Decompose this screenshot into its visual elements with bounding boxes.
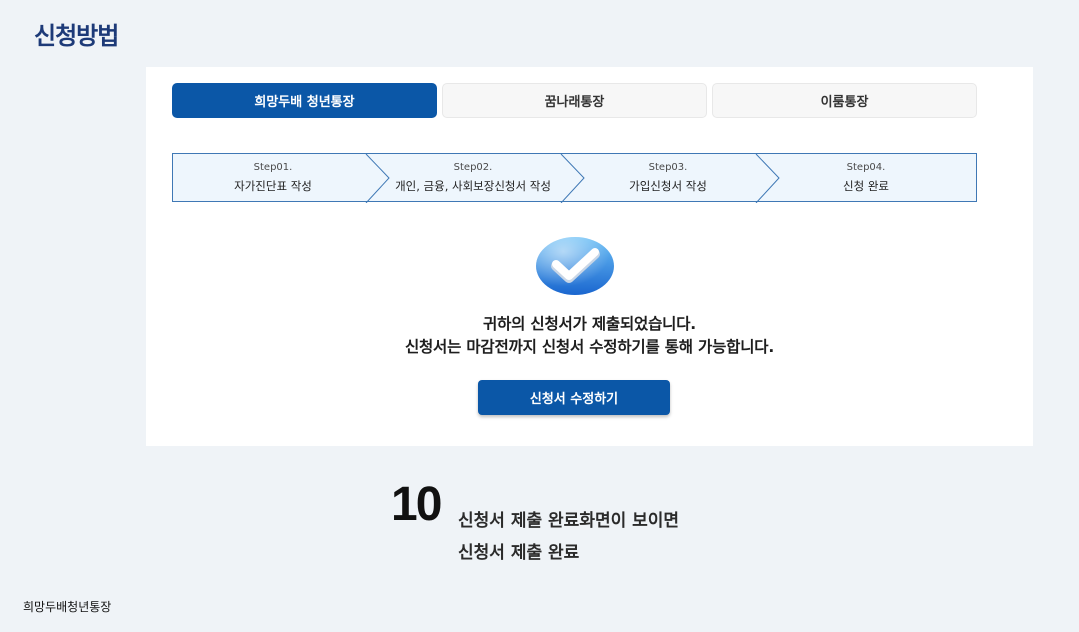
check-circle-icon xyxy=(534,235,616,297)
step-4-label: 신청 완료 xyxy=(843,179,889,193)
tab-irum-account[interactable]: 이룸통장 xyxy=(712,83,977,118)
tab-dream-wing-account[interactable]: 꿈나래통장 xyxy=(442,83,707,118)
step-2: Step02. 개인, 금융, 사회보장신청서 작성 xyxy=(378,162,568,194)
submission-message-line1: 귀하의 신청서가 제출되었습니다. xyxy=(483,315,696,333)
step-3: Step03. 가입신청서 작성 xyxy=(573,162,763,194)
footer-label: 희망두배청년통장 xyxy=(23,600,112,614)
edit-application-button[interactable]: 신청서 수정하기 xyxy=(478,380,670,415)
step-2-number: Step02. xyxy=(453,162,493,173)
step-3-number: Step03. xyxy=(648,162,688,173)
step-number: 10 xyxy=(391,478,442,531)
step-1: Step01. 자가진단표 작성 xyxy=(178,162,368,194)
step-1-label: 자가진단표 작성 xyxy=(234,179,312,193)
step-4: Step04. 신청 완료 xyxy=(771,162,961,194)
step-2-label: 개인, 금융, 사회보장신청서 작성 xyxy=(395,179,551,193)
step-1-number: Step01. xyxy=(253,162,293,173)
submission-message-line2: 신청서는 마감전까지 신청서 수정하기를 통해 가능합니다. xyxy=(404,338,775,356)
instruction-line1: 신청서 제출 완료화면이 보이면 xyxy=(458,511,680,531)
application-panel: 희망두배 청년통장 꿈나래통장 이룸통장 Step01. 자가진단표 작성 St… xyxy=(146,67,1033,446)
instruction-line2: 신청서 제출 완료 xyxy=(458,543,580,563)
tab-hope-double-youth-account[interactable]: 희망두배 청년통장 xyxy=(172,83,437,118)
step-progress: Step01. 자가진단표 작성 Step02. 개인, 금융, 사회보장신청서… xyxy=(172,153,977,203)
step-3-label: 가입신청서 작성 xyxy=(629,179,707,193)
page-title: 신청방법 xyxy=(34,22,119,50)
step-4-number: Step04. xyxy=(846,162,886,173)
program-tabs: 희망두배 청년통장 꿈나래통장 이룸통장 xyxy=(172,83,977,120)
